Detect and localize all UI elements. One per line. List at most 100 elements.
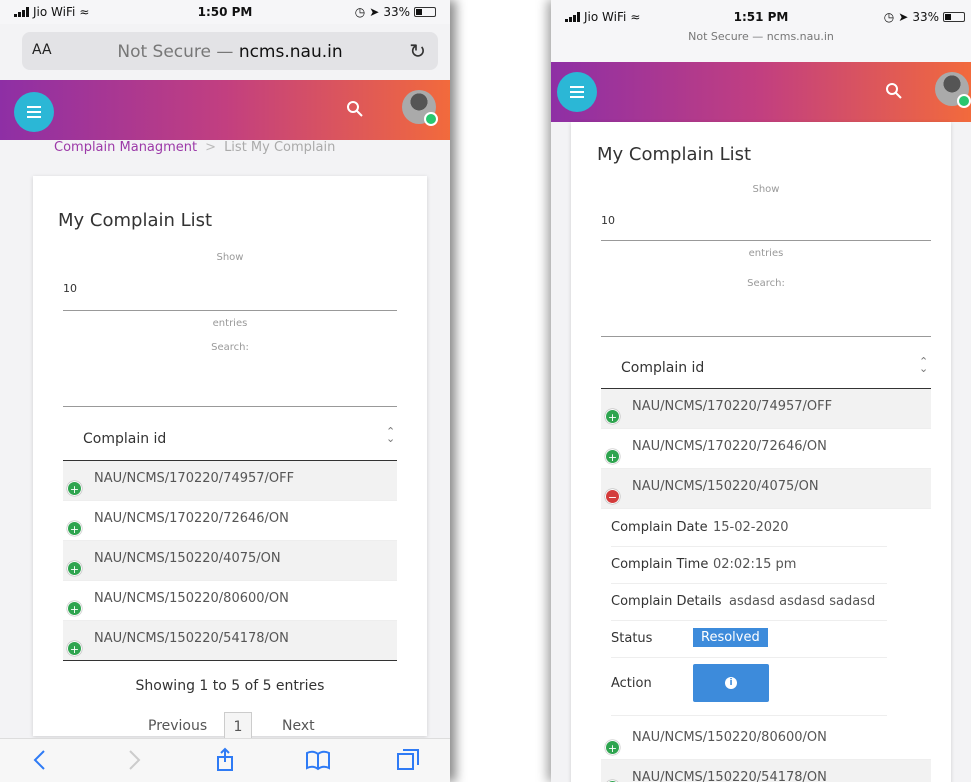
share-icon[interactable] [212, 747, 238, 773]
expand-icon[interactable]: + [67, 641, 82, 656]
expand-icon[interactable]: + [605, 409, 620, 424]
location-icon: ➤ [369, 5, 380, 19]
status-bar: Jio WiFi ≈ 1:51 PM ◷ ➤ 33% Not Secure — … [551, 0, 971, 62]
detail-label: Complain Time [611, 557, 709, 572]
search-label: Search: [747, 278, 785, 289]
detail-action: Action i [611, 658, 887, 716]
info-icon: i [725, 677, 737, 689]
expand-icon[interactable]: + [605, 740, 620, 755]
table-row-expanded[interactable]: − NAU/NCMS/150220/4075/ON [601, 469, 931, 509]
browser-toolbar [0, 738, 450, 782]
battery-percent: 33% [912, 10, 939, 24]
bookmarks-icon[interactable] [305, 747, 331, 773]
compact-url[interactable]: Not Secure — ncms.nau.in [551, 30, 971, 43]
complain-id: NAU/NCMS/150220/54178/ON [632, 770, 827, 782]
search-label: Search: [211, 342, 249, 353]
url-text: Not Secure — ncms.nau.in [22, 42, 438, 62]
detail-label: Action [611, 676, 652, 691]
complain-id: NAU/NCMS/150220/4075/ON [632, 479, 819, 494]
phone-left: Jio WiFi ≈ 1:50 PM ◷ ➤ 33% AA Not Secure… [0, 0, 450, 782]
table-row[interactable]: +NAU/NCMS/150220/54178/ON [601, 760, 931, 782]
battery-percent: 33% [383, 5, 410, 19]
detail-label: Complain Date [611, 520, 708, 535]
menu-icon-line [27, 106, 41, 108]
page-title: My Complain List [58, 210, 213, 231]
app-header [0, 80, 450, 140]
entries-select[interactable]: 10 [63, 282, 77, 295]
table-row[interactable]: +NAU/NCMS/150220/54178/ON [63, 621, 397, 661]
detail-time: Complain Time 02:02:15 pm [611, 547, 887, 584]
collapse-icon[interactable]: − [605, 489, 620, 504]
expand-icon[interactable]: + [605, 449, 620, 464]
address-bar[interactable]: AA Not Secure — ncms.nau.in ↻ [22, 32, 438, 70]
show-label: Show [216, 252, 244, 263]
next-button[interactable]: Next [282, 718, 315, 734]
search-input[interactable] [601, 336, 931, 337]
column-header-complain-id[interactable]: Complain id [621, 360, 704, 376]
avatar[interactable] [935, 72, 971, 108]
detail-date: Complain Date 15-02-2020 [611, 510, 887, 547]
complain-id: NAU/NCMS/170220/72646/ON [632, 439, 827, 454]
entries-select[interactable]: 10 [601, 214, 615, 227]
tabs-icon[interactable] [395, 747, 421, 773]
status-right: ◷ ➤ 33% [884, 10, 965, 24]
table-row[interactable]: + NAU/NCMS/170220/72646/ON [63, 501, 397, 541]
sort-icon[interactable]: ⌃ ⌄ [386, 426, 395, 444]
url-prefix: Not Secure — [117, 42, 234, 62]
forward-icon[interactable] [120, 747, 146, 773]
phone-right: Jio WiFi ≈ 1:51 PM ◷ ➤ 33% Not Secure — … [551, 0, 971, 782]
expand-icon[interactable]: + [67, 521, 82, 536]
detail-label: Status [611, 631, 653, 646]
complain-list-card: My Complain List Show 10 entries Search:… [571, 122, 951, 782]
entries-label: entries [748, 248, 784, 259]
complain-list-card: My Complain List Show 10 entries Search:… [33, 176, 427, 742]
back-icon[interactable] [28, 747, 54, 773]
status-bar: Jio WiFi ≈ 1:50 PM ◷ ➤ 33% [0, 0, 450, 24]
menu-icon-line [27, 111, 41, 113]
select-underline [601, 240, 931, 241]
reload-icon[interactable]: ↻ [409, 39, 426, 63]
show-label: Show [752, 184, 780, 195]
complain-id: NAU/NCMS/150220/80600/ON [632, 730, 827, 745]
detail-description: Complain Details asdasd asdasd sadasd [611, 584, 887, 621]
previous-button[interactable]: Previous [148, 718, 207, 734]
column-header-complain-id[interactable]: Complain id [83, 431, 166, 447]
menu-icon-line [570, 86, 584, 88]
menu-button[interactable] [14, 92, 54, 132]
avatar[interactable] [402, 90, 438, 126]
search-icon[interactable] [346, 100, 364, 118]
table-row[interactable]: + NAU/NCMS/170220/74957/OFF [63, 461, 397, 501]
breadcrumb-separator: > [205, 140, 217, 155]
complain-id: NAU/NCMS/150220/80600/ON [94, 591, 289, 606]
screenshot-stage: Jio WiFi ≈ 1:50 PM ◷ ➤ 33% AA Not Secure… [0, 0, 971, 782]
info-button[interactable]: i [693, 664, 769, 702]
status-badge: Resolved [693, 628, 768, 647]
search-input[interactable] [63, 406, 397, 407]
table-row[interactable]: + NAU/NCMS/150220/4075/ON [63, 541, 397, 581]
app-header [551, 62, 971, 122]
sort-icon[interactable]: ⌃ ⌄ [919, 356, 928, 374]
search-icon[interactable] [885, 82, 903, 100]
location-icon: ➤ [898, 10, 909, 24]
expand-icon[interactable]: + [67, 601, 82, 616]
menu-button[interactable] [557, 72, 597, 112]
table-row[interactable]: + NAU/NCMS/150220/80600/ON [601, 720, 931, 760]
breadcrumb: Complain Managment > List My Complain [54, 140, 335, 155]
detail-value: 15-02-2020 [713, 520, 789, 535]
page-title: My Complain List [597, 144, 752, 165]
table-row[interactable]: + NAU/NCMS/170220/72646/ON [601, 429, 931, 469]
detail-value: asdasd asdasd sadasd [729, 594, 876, 609]
table-row[interactable]: + NAU/NCMS/170220/74957/OFF [601, 389, 931, 429]
expand-icon[interactable]: + [67, 561, 82, 576]
breadcrumb-section[interactable]: Complain Managment [54, 140, 197, 155]
entries-label: entries [212, 318, 248, 329]
complain-id: NAU/NCMS/150220/4075/ON [94, 551, 281, 566]
menu-icon-line [570, 96, 584, 98]
menu-icon-line [570, 91, 584, 93]
expand-icon[interactable]: + [67, 481, 82, 496]
battery-icon [414, 7, 436, 17]
detail-value: 02:02:15 pm [713, 557, 797, 572]
detail-label: Complain Details [611, 594, 722, 609]
table-row[interactable]: + NAU/NCMS/150220/80600/ON [63, 581, 397, 621]
complain-id: NAU/NCMS/170220/74957/OFF [94, 471, 295, 486]
